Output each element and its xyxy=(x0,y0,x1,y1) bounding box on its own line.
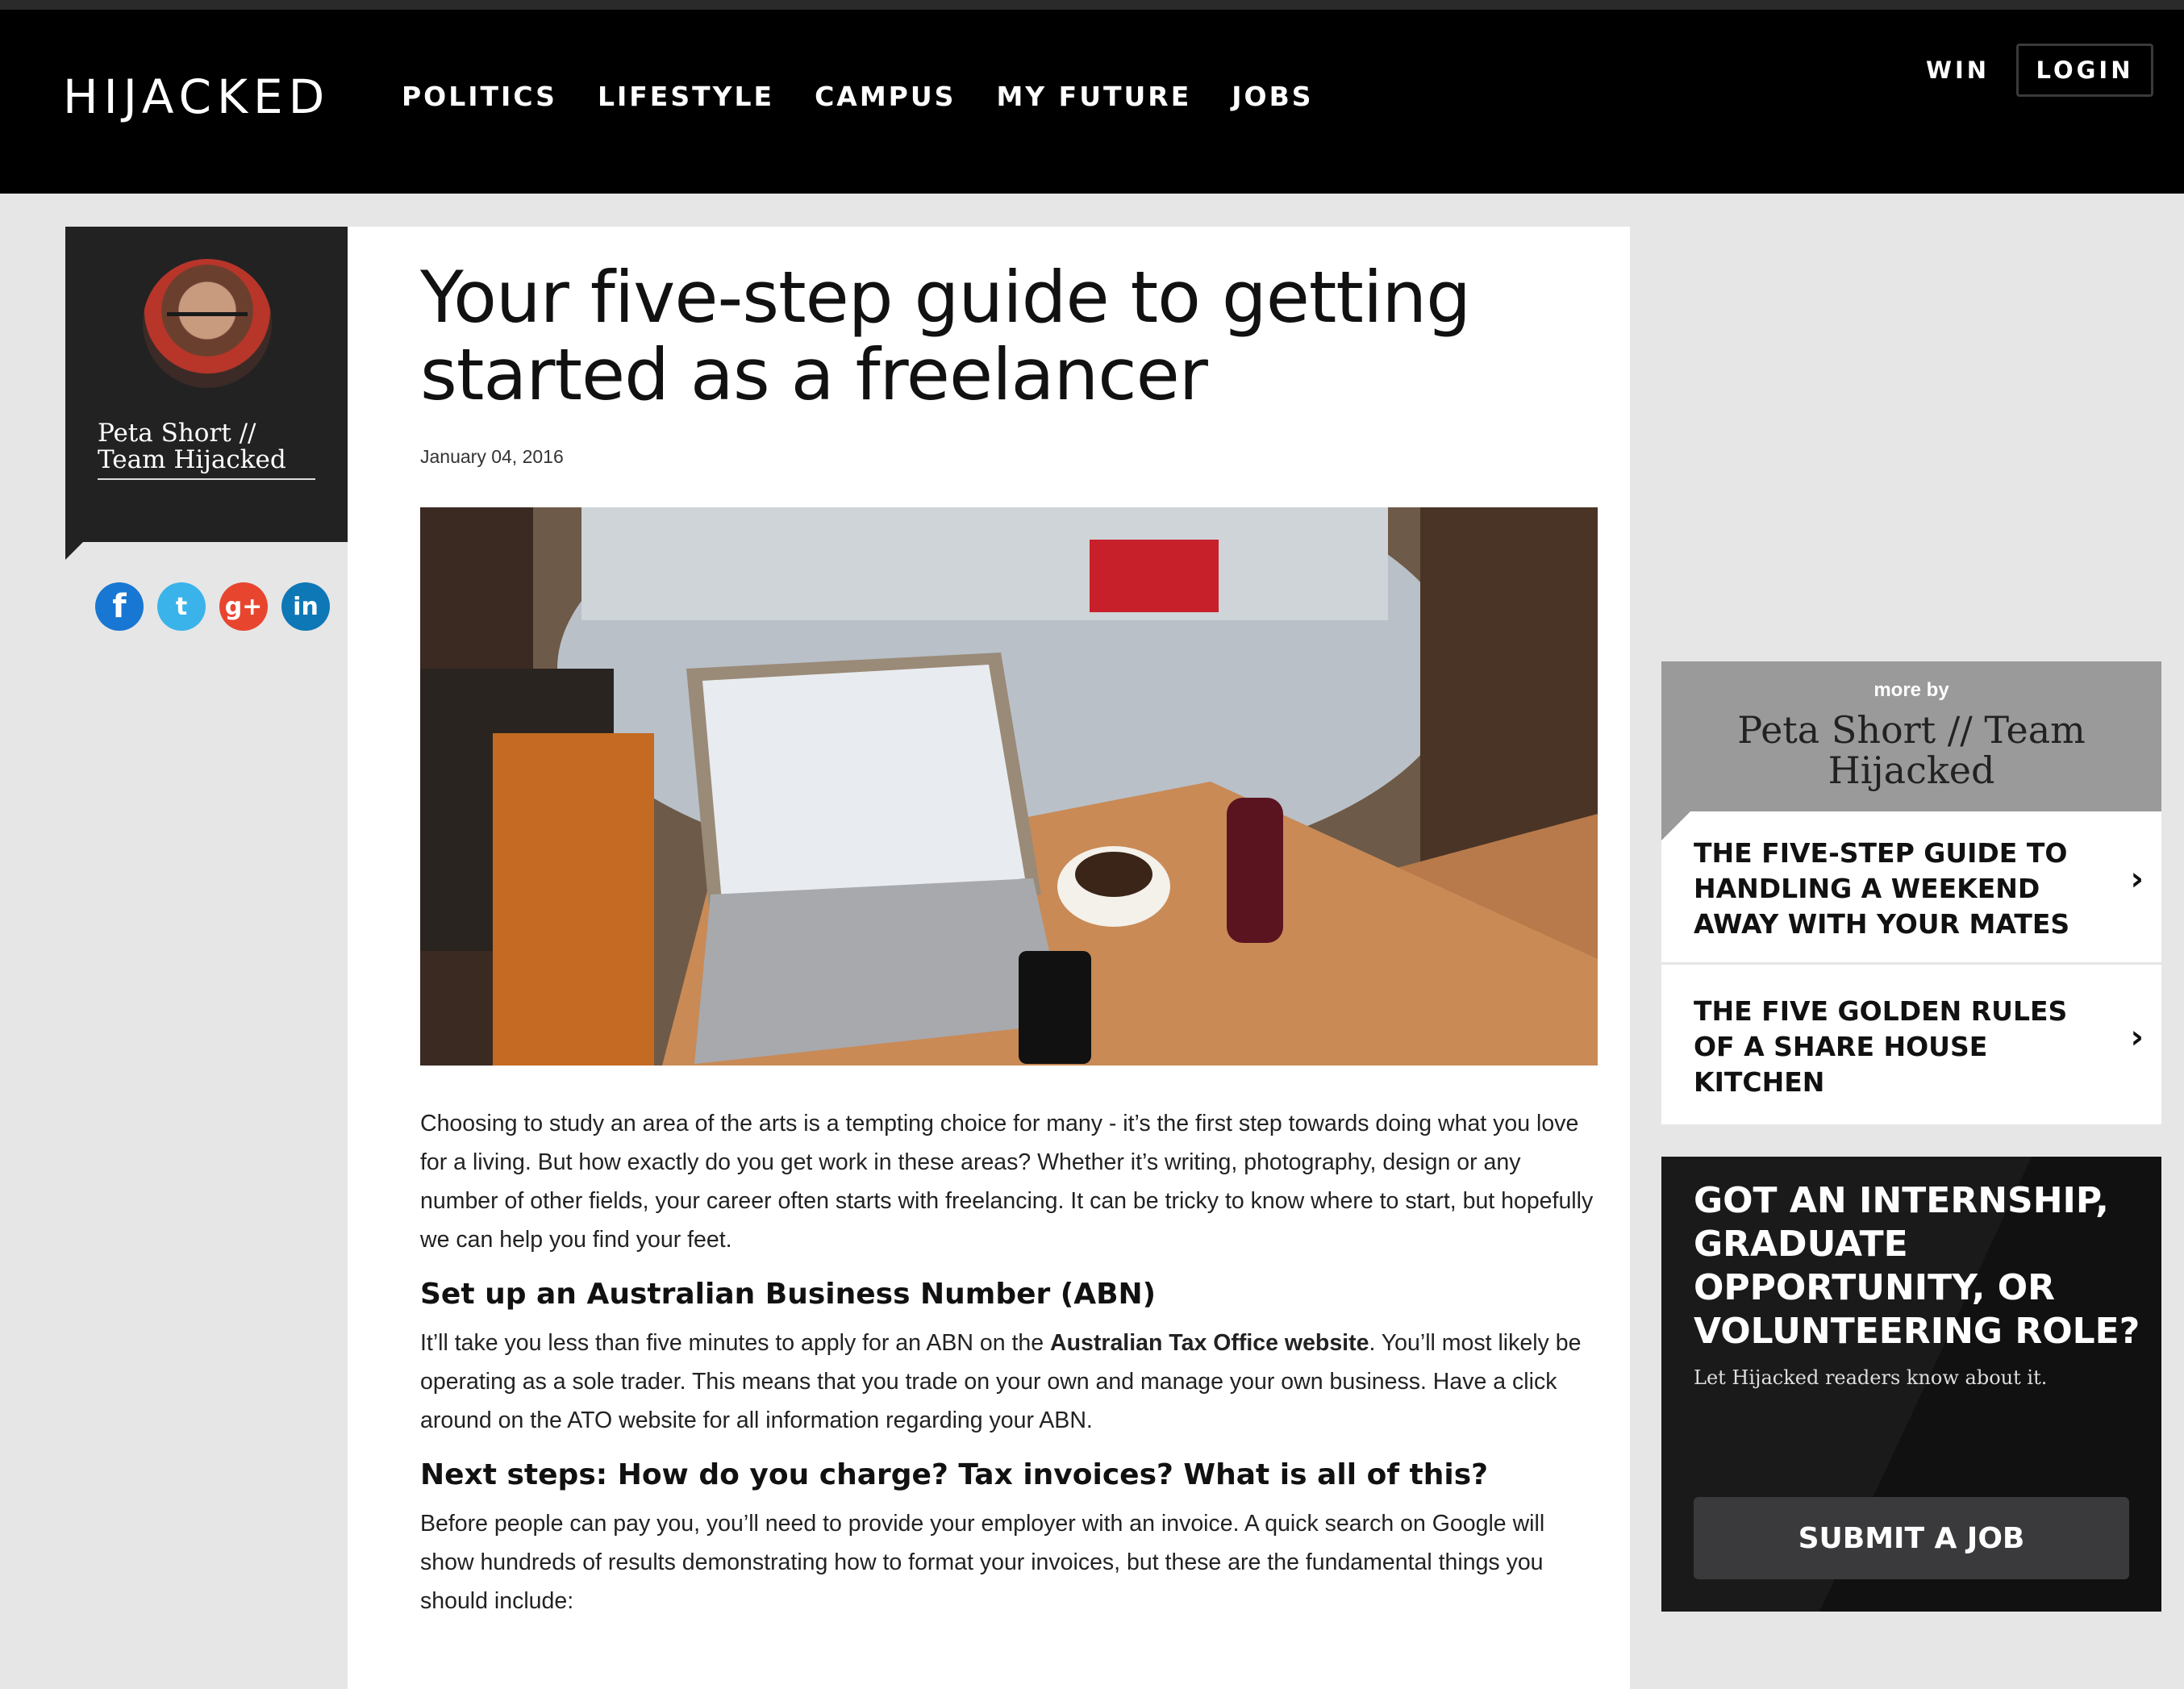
more-by-item[interactable]: THE FIVE GOLDEN RULES OF A SHARE HOUSE K… xyxy=(1661,970,2161,1123)
top-strip xyxy=(0,0,2184,10)
heading-abn: Set up an Australian Business Number (AB… xyxy=(420,1278,1157,1311)
twitter-icon[interactable]: t xyxy=(157,582,206,631)
article-intro: Choosing to study an area of the arts is… xyxy=(420,1111,1594,1253)
job-ad: GOT AN INTERNSHIP, GRADUATE OPPORTUNITY,… xyxy=(1661,1157,2161,1612)
win-link[interactable]: WIN xyxy=(1926,56,1990,84)
site-header: HIJACKED POLITICS LIFESTYLE CAMPUS MY FU… xyxy=(0,10,2184,194)
article-title: Your five-step guide to getting started … xyxy=(420,256,1471,416)
heading-next-steps: Next steps: How do you charge? Tax invoi… xyxy=(420,1458,1489,1491)
more-by-item-title[interactable]: THE FIVE-STEP GUIDE TO HANDLING A WEEKEN… xyxy=(1694,837,2069,940)
chevron-right-icon: › xyxy=(2130,1019,2144,1056)
more-by-widget: more by Peta Short // Team Hijacked THE … xyxy=(1661,661,2161,1124)
more-by-item-title[interactable]: THE FIVE GOLDEN RULES OF A SHARE HOUSE K… xyxy=(1694,995,2067,1098)
main-nav: POLITICS LIFESTYLE CAMPUS MY FUTURE JOBS xyxy=(402,81,1314,112)
job-ad-subtitle: Let Hijacked readers know about it. xyxy=(1694,1366,2048,1389)
nav-jobs[interactable]: JOBS xyxy=(1232,81,1313,112)
nav-campus[interactable]: CAMPUS xyxy=(815,81,956,112)
linkedin-icon[interactable]: in xyxy=(281,582,330,631)
nav-my-future[interactable]: MY FUTURE xyxy=(996,81,1191,112)
article: Your five-step guide to getting started … xyxy=(348,227,1630,1689)
google-plus-icon[interactable]: g+ xyxy=(219,582,268,631)
hero-image xyxy=(420,507,1598,1066)
login-button[interactable]: LOGIN xyxy=(2016,44,2153,97)
author-name[interactable]: Peta Short // Team Hijacked xyxy=(98,420,315,480)
author-avatar[interactable] xyxy=(143,259,272,388)
nav-politics[interactable]: POLITICS xyxy=(402,81,557,112)
paragraph-invoices: Before people can pay you, you’ll need t… xyxy=(420,1511,1545,1614)
article-body: Choosing to study an area of the arts is… xyxy=(420,1104,1598,1620)
article-date: January 04, 2016 xyxy=(420,446,564,467)
author-panel: Peta Short // Team Hijacked xyxy=(65,227,348,560)
more-by-label: more by xyxy=(1873,679,1949,701)
more-by-item[interactable]: THE FIVE-STEP GUIDE TO HANDLING A WEEKEN… xyxy=(1661,811,2161,965)
job-ad-title: GOT AN INTERNSHIP, GRADUATE OPPORTUNITY,… xyxy=(1694,1180,2140,1352)
more-by-header: more by Peta Short // Team Hijacked xyxy=(1661,661,2161,840)
facebook-icon[interactable]: f xyxy=(95,582,144,631)
submit-job-button[interactable]: SUBMIT A JOB xyxy=(1694,1497,2129,1579)
social-share: f t g+ in xyxy=(95,582,330,631)
ato-website-link[interactable]: Australian Tax Office website xyxy=(1050,1330,1369,1356)
chevron-right-icon: › xyxy=(2130,861,2144,898)
nav-lifestyle[interactable]: LIFESTYLE xyxy=(598,81,774,112)
site-logo[interactable]: HIJACKED xyxy=(63,69,330,124)
paragraph-abn-before: It’ll take you less than five minutes to… xyxy=(420,1330,1051,1356)
paragraph-abn: It’ll take you less than five minutes to… xyxy=(420,1324,1598,1440)
more-by-author[interactable]: Peta Short // Team Hijacked xyxy=(1661,710,2161,790)
